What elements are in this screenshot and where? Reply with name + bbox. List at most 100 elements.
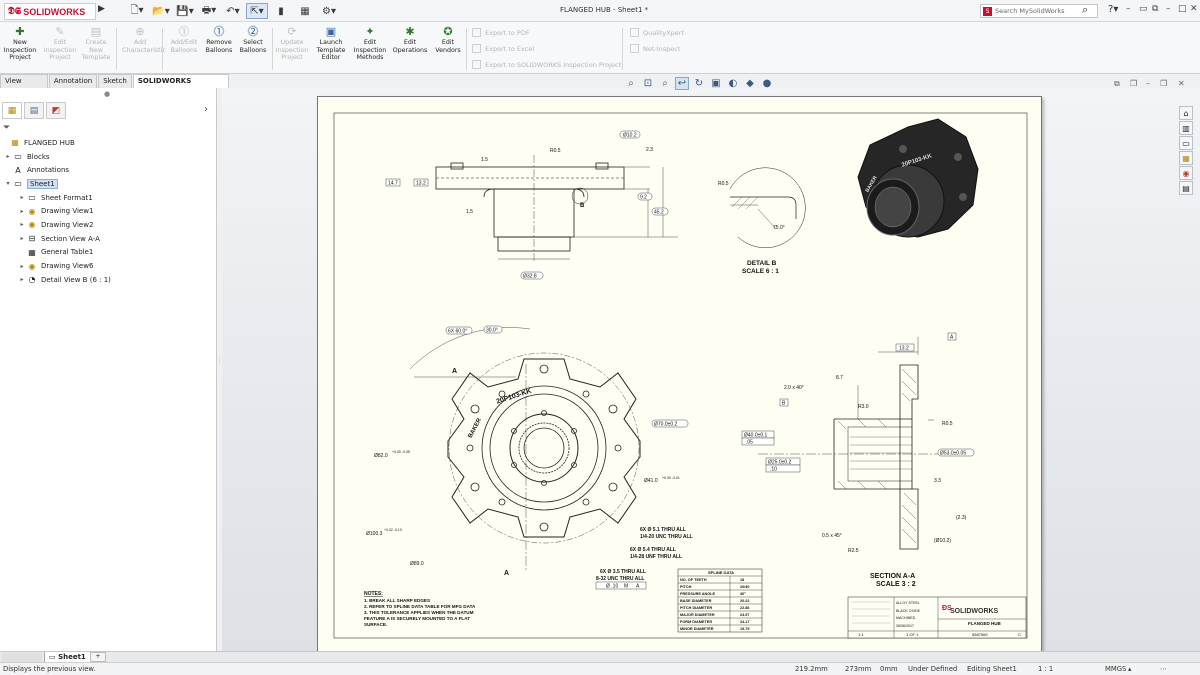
new-inspection-project-button[interactable]: ✚ New Inspection Project <box>2 25 38 62</box>
tab-annotation[interactable]: Annotation <box>48 74 98 88</box>
minimize-icon[interactable]: – <box>1166 4 1171 14</box>
expand-arrow-icon[interactable]: ▸ <box>18 208 26 215</box>
zoom-in-out-icon[interactable]: ⌕ <box>658 77 672 90</box>
viewport-tile-icon[interactable]: ⧉ <box>1114 79 1120 89</box>
expand-arrow-icon[interactable]: ▸ <box>18 221 26 228</box>
expand-arrow-icon[interactable]: ▸ <box>4 153 12 160</box>
sheet-navigation-buttons[interactable] <box>2 653 42 662</box>
expand-arrow-icon[interactable]: ▾ <box>4 180 12 187</box>
tree-item[interactable]: ▦ FLANGED HUB <box>0 136 216 150</box>
isometric-part-view[interactable]: 20P103-KK BAKER <box>857 118 979 238</box>
edit-operations-button[interactable]: ✱ Edit Operations <box>392 25 428 54</box>
front-view[interactable] <box>409 327 641 571</box>
remove-balloons-button[interactable]: ⓵ Remove Balloons <box>201 25 237 54</box>
open-document-icon[interactable]: 📂▾ <box>150 3 172 19</box>
help-button[interactable]: ?▾ <box>1108 4 1118 15</box>
minimize-app-icon[interactable]: – <box>1126 4 1131 14</box>
add-characteristic-button[interactable]: ⊕ Add Characteristic <box>122 25 166 54</box>
rotate-view-icon[interactable]: ↻ <box>692 77 706 90</box>
tree-item[interactable]: A Annotations <box>0 163 216 177</box>
maximize-icon[interactable]: □ <box>1178 4 1187 14</box>
section-view-a-a[interactable] <box>758 337 958 550</box>
design-library-icon[interactable]: ▥ <box>1179 121 1193 135</box>
drawing-sheet[interactable]: Ø10.2 R0.5 2.3 1.5 14.7 13.2 9.2 45.2 Ø3… <box>317 96 1042 652</box>
sheet-scale[interactable]: 1 : 1 <box>1038 665 1053 673</box>
tab-sketch[interactable]: Sketch <box>98 74 132 88</box>
save-icon[interactable]: 💾▾ <box>174 3 196 19</box>
tile-window-icon[interactable]: ⧉ <box>1152 4 1158 14</box>
menu-expand-arrow-icon[interactable]: ▶ <box>98 4 105 14</box>
viewport-close-icon[interactable]: ✕ <box>1178 79 1185 88</box>
previous-view-icon[interactable]: ↩ <box>675 77 689 90</box>
undo-icon[interactable]: ↶▾ <box>222 3 244 19</box>
property-manager-tab-icon[interactable]: ▤ <box>24 102 44 119</box>
new-document-icon[interactable]: 🗋▾ <box>126 3 148 19</box>
custom-properties-icon[interactable]: ▤ <box>1179 181 1193 195</box>
create-new-template-button[interactable]: ▤ Create New Template <box>78 25 114 62</box>
qualityxpert-button[interactable]: QualityXpert <box>630 28 684 37</box>
filter-icon[interactable]: ⏷ <box>3 123 10 133</box>
rebuild-icon[interactable]: ▦ <box>294 3 316 19</box>
tree-item[interactable]: ▸ ◉ Drawing View6 <box>0 259 216 273</box>
expand-arrow-icon[interactable]: ▸ <box>18 194 26 201</box>
file-explorer-icon[interactable]: ▭ <box>1179 136 1193 150</box>
add-sheet-icon[interactable]: + <box>90 652 106 662</box>
appearances-icon[interactable]: ◉ <box>1179 166 1193 180</box>
edit-inspection-methods-button[interactable]: ✦ Edit Inspection Methods <box>352 25 388 62</box>
options-gear-icon[interactable]: ⚙▾ <box>318 3 340 19</box>
traffic-light-icon[interactable]: ▮ <box>270 3 292 19</box>
edit-appearance-icon[interactable]: ◆ <box>743 77 757 90</box>
zoom-to-fit-icon[interactable]: ⌕ <box>624 77 638 90</box>
detail-view-b[interactable] <box>729 167 806 249</box>
view-palette-icon[interactable]: ▦ <box>1179 151 1193 165</box>
feature-manager-tab-icon[interactable]: ▦ <box>2 102 22 119</box>
export-excel-button[interactable]: Export to Excel <box>472 44 534 53</box>
search-mysolidworks[interactable]: S Search MySolidWorks <box>980 4 1098 18</box>
edit-vendors-button[interactable]: ✪ Edit Vendors <box>430 25 466 54</box>
tree-item[interactable]: ▸ ◉ Drawing View2 <box>0 218 216 232</box>
tree-item[interactable]: ▸ ▭ Blocks <box>0 150 216 164</box>
edit-inspection-project-button[interactable]: ✎ Edit Inspection Project <box>42 25 78 62</box>
export-inspection-button[interactable]: Export to SOLIDWORKS Inspection Project <box>472 60 621 69</box>
panel-grip-icon[interactable]: ● <box>104 90 110 98</box>
expand-arrow-icon[interactable]: ▸ <box>18 235 26 242</box>
expand-arrow-icon[interactable]: ▸ <box>18 276 26 283</box>
tab-view-layout[interactable]: View Layout <box>0 74 48 98</box>
tree-item[interactable]: ▸ ▭ Sheet Format1 <box>0 191 216 205</box>
export-pdf-button[interactable]: Export to PDF <box>472 28 530 37</box>
spline-data-table[interactable]: SPLINE DATANO. OF TEETH 18 PITCH 20/40 PRESS… <box>677 568 763 633</box>
apply-scene-icon[interactable]: ● <box>760 77 774 90</box>
display-style-icon[interactable]: ▣ <box>709 77 723 90</box>
viewport-restore-icon[interactable]: ❐ <box>1130 79 1137 88</box>
search-icon[interactable]: ⌕ <box>1082 3 1088 17</box>
close-icon[interactable]: ✕ <box>1190 4 1198 14</box>
tree-item[interactable]: ▸ ⊟ Section View A-A <box>0 232 216 246</box>
zoom-to-area-icon[interactable]: ⊡ <box>641 77 655 90</box>
hide-show-items-icon[interactable]: ◐ <box>726 77 740 90</box>
tree-item[interactable]: ▸ ◉ Drawing View1 <box>0 204 216 218</box>
title-block[interactable]: ALLOY STEEL BLACK OXIDE MACHINED 28/06/2… <box>847 596 1027 639</box>
viewport-maximize-icon[interactable]: ❐ <box>1160 79 1167 88</box>
select-balloons-button[interactable]: ⓶ Select Balloons <box>235 25 271 54</box>
tab-solidworks-inspection[interactable]: SOLIDWORKS Inspection <box>132 74 229 98</box>
tree-item[interactable]: ▾ ▭ Sheet1 <box>0 177 216 191</box>
status-options-icon[interactable]: ⋯ <box>1160 665 1167 673</box>
net-inspect-button[interactable]: Net-Inspect <box>630 44 680 53</box>
home-icon[interactable]: ⌂ <box>1179 106 1193 120</box>
solidworks-logo-button[interactable]: 𝕯𝕾 SOLIDWORKS <box>4 3 96 20</box>
update-inspection-project-button[interactable]: ⟳ Update Inspection Project <box>274 25 310 62</box>
unit-system[interactable]: MMGS <box>1105 665 1126 673</box>
expand-arrow-icon[interactable]: ▸ <box>18 263 26 270</box>
configuration-manager-tab-icon[interactable]: ◩ <box>46 102 66 119</box>
notes-block[interactable]: NOTES: 1. BREAK ALL SHARP EDGES 2. REFER… <box>364 591 476 627</box>
print-icon[interactable]: 🖶▾ <box>198 3 220 19</box>
select-pointer-icon[interactable]: ⇱▾ <box>246 3 268 19</box>
tree-item[interactable]: ▦ General Table1 <box>0 246 216 260</box>
chevron-right-icon[interactable]: › <box>204 104 208 115</box>
add-edit-balloons-button[interactable]: ⓵ Add/Edit Balloons <box>166 25 202 54</box>
tree-item[interactable]: ▸ ◔ Detail View B (6 : 1) <box>0 273 216 287</box>
unit-dropdown-icon[interactable]: ▴ <box>1128 665 1131 673</box>
viewport-minimize-icon[interactable]: – <box>1146 79 1150 88</box>
restore-window-icon[interactable]: ▭ <box>1139 4 1148 14</box>
launch-template-editor-button[interactable]: ▣ Launch Template Editor <box>313 25 349 62</box>
